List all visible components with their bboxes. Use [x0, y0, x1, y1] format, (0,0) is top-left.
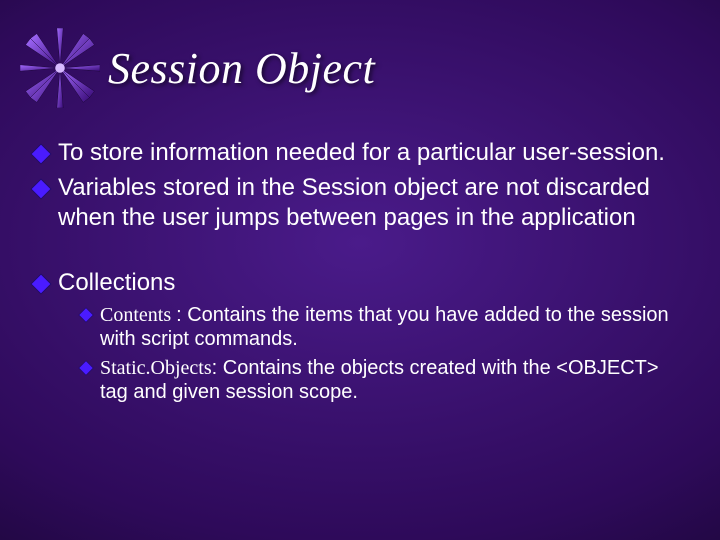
slide-title: Session Object: [108, 43, 375, 94]
diamond-bullet-icon: [30, 178, 52, 200]
bullet-item: Collections: [30, 268, 680, 297]
slide: Session Object To store information need…: [0, 0, 720, 540]
text-span: : Contains the items that you have added…: [100, 304, 669, 350]
diamond-bullet-icon: [78, 307, 94, 323]
sub-bullet-item: Static.Objects: Contains the objects cre…: [78, 356, 680, 405]
code-span: Contents: [100, 304, 176, 326]
spacer: [30, 238, 680, 268]
bullet-item: To store information needed for a partic…: [30, 138, 680, 167]
sub-bullet-text: Contents : Contains the items that you h…: [100, 303, 680, 352]
bullet-text: Variables stored in the Session object a…: [58, 173, 680, 232]
bullet-text: To store information needed for a partic…: [58, 138, 665, 167]
code-span: Static.Objects: [100, 357, 212, 379]
diamond-bullet-icon: [30, 273, 52, 295]
title-row: Session Object: [20, 28, 700, 108]
starburst-icon: [20, 28, 100, 108]
sub-bullet-item: Contents : Contains the items that you h…: [78, 303, 680, 352]
sub-bullet-text: Static.Objects: Contains the objects cre…: [100, 356, 680, 405]
bullet-text: Collections: [58, 268, 175, 297]
sub-bullets: Contents : Contains the items that you h…: [78, 303, 680, 405]
diamond-bullet-icon: [30, 143, 52, 165]
slide-body: To store information needed for a partic…: [30, 138, 680, 409]
diamond-bullet-icon: [78, 360, 94, 376]
bullet-item: Variables stored in the Session object a…: [30, 173, 680, 232]
